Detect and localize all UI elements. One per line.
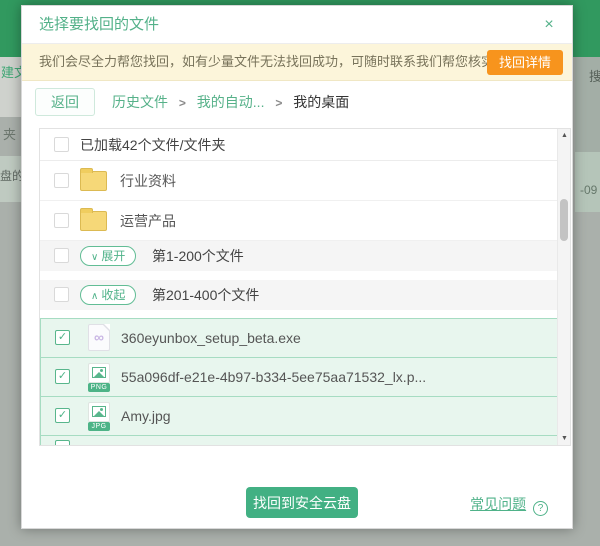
dialog-header: 选择要找回的文件 × [22, 6, 572, 44]
background-text-fragment: -09 [580, 183, 600, 197]
collapse-button[interactable]: ∧收起 [80, 285, 136, 305]
file-name: Amy.jpg [121, 408, 171, 424]
file-row-partial[interactable] [40, 435, 559, 445]
dialog-title: 选择要找回的文件 [39, 6, 159, 44]
png-image-icon: PNG [87, 363, 111, 391]
close-icon[interactable]: × [539, 15, 559, 35]
file-range-label: 第201-400个文件 [152, 285, 259, 305]
background-table-row [575, 152, 600, 212]
file-name: 55a096df-e21e-4b97-b334-5ee75aa71532_lx.… [121, 369, 426, 385]
breadcrumb-my-auto[interactable]: 我的自动... [197, 94, 265, 110]
file-list: 已加载42个文件/文件夹 行业资料 运营产品 ∨展开 第1-200个文件 ∧收起 [39, 128, 571, 446]
background-text-fragment: 搜 [589, 66, 600, 85]
background-text-fragment: 夹 [3, 124, 21, 143]
folder-row[interactable]: 运营产品 [40, 201, 559, 241]
file-range-label: 第1-200个文件 [152, 246, 244, 266]
folder-name: 行业资料 [120, 171, 176, 191]
chevron-up-icon: ∧ [91, 291, 98, 302]
row-checkbox-checked[interactable]: ✓ [55, 408, 70, 423]
scroll-down-icon[interactable]: ▼ [558, 435, 571, 442]
chevron-down-icon: ∨ [91, 252, 98, 263]
row-checkbox[interactable] [54, 213, 69, 228]
file-row[interactable]: ✓ JPG Amy.jpg [40, 396, 559, 436]
notice-bar: 我们会尽全力帮您找回，如有少量文件无法找回成功，可随时联系我们帮您核实处理。 找… [22, 44, 572, 81]
folder-icon [80, 211, 107, 231]
loaded-count-label: 已加载42个文件/文件夹 [80, 135, 225, 155]
exe-file-icon: ∞ [87, 324, 111, 352]
list-scrollbar[interactable]: ▲ ▼ [557, 129, 570, 445]
recover-details-button[interactable]: 找回详情 [487, 50, 563, 75]
recover-to-cloud-button[interactable]: 找回到安全云盘 [246, 487, 358, 518]
background-text-fragment: 盘的文 [0, 167, 21, 184]
file-group-row: ∨展开 第1-200个文件 [40, 241, 559, 271]
notice-text: 我们会尽全力帮您找回，如有少量文件无法找回成功，可随时联系我们帮您核实处理。 [39, 44, 533, 80]
jpg-image-icon: JPG [87, 402, 111, 430]
breadcrumb-separator: > [179, 96, 186, 110]
row-checkbox-checked[interactable] [55, 440, 70, 445]
folder-row[interactable]: 行业资料 [40, 161, 559, 201]
question-mark-icon: ? [533, 501, 548, 516]
list-header-row: 已加载42个文件/文件夹 [40, 129, 559, 161]
breadcrumb-history-files[interactable]: 历史文件 [112, 94, 168, 110]
folder-icon [80, 171, 107, 191]
folder-name: 运营产品 [120, 211, 176, 231]
back-button[interactable]: 返回 [35, 88, 95, 116]
breadcrumb: 历史文件 > 我的自动... > 我的桌面 [112, 81, 349, 124]
scrollbar-thumb[interactable] [560, 199, 568, 241]
breadcrumb-toolbar: 返回 历史文件 > 我的自动... > 我的桌面 [22, 81, 572, 123]
row-checkbox-checked[interactable]: ✓ [55, 369, 70, 384]
breadcrumb-my-desktop: 我的桌面 [293, 94, 349, 110]
breadcrumb-separator: > [275, 96, 282, 110]
file-name: 360eyunbox_setup_beta.exe [121, 330, 301, 346]
file-list-rows: 已加载42个文件/文件夹 行业资料 运营产品 ∨展开 第1-200个文件 ∧收起 [40, 129, 559, 445]
background-text-fragment: 建文 [1, 62, 21, 81]
faq-label[interactable]: 常见问题 [470, 496, 526, 512]
faq-link[interactable]: 常见问题 ? [470, 494, 548, 516]
file-group-row: ∧收起 第201-400个文件 [40, 280, 559, 310]
row-checkbox[interactable] [54, 173, 69, 188]
file-row[interactable]: ✓ ∞ 360eyunbox_setup_beta.exe [40, 318, 559, 358]
file-row[interactable]: ✓ PNG 55a096df-e21e-4b97-b334-5ee75aa715… [40, 357, 559, 397]
row-checkbox[interactable] [54, 248, 69, 263]
row-checkbox[interactable] [54, 287, 69, 302]
expand-button[interactable]: ∨展开 [80, 246, 136, 266]
scroll-up-icon[interactable]: ▲ [558, 132, 571, 139]
row-checkbox-checked[interactable]: ✓ [55, 330, 70, 345]
select-all-checkbox[interactable] [54, 137, 69, 152]
recover-files-dialog: 选择要找回的文件 × 我们会尽全力帮您找回，如有少量文件无法找回成功，可随时联系… [21, 5, 573, 529]
